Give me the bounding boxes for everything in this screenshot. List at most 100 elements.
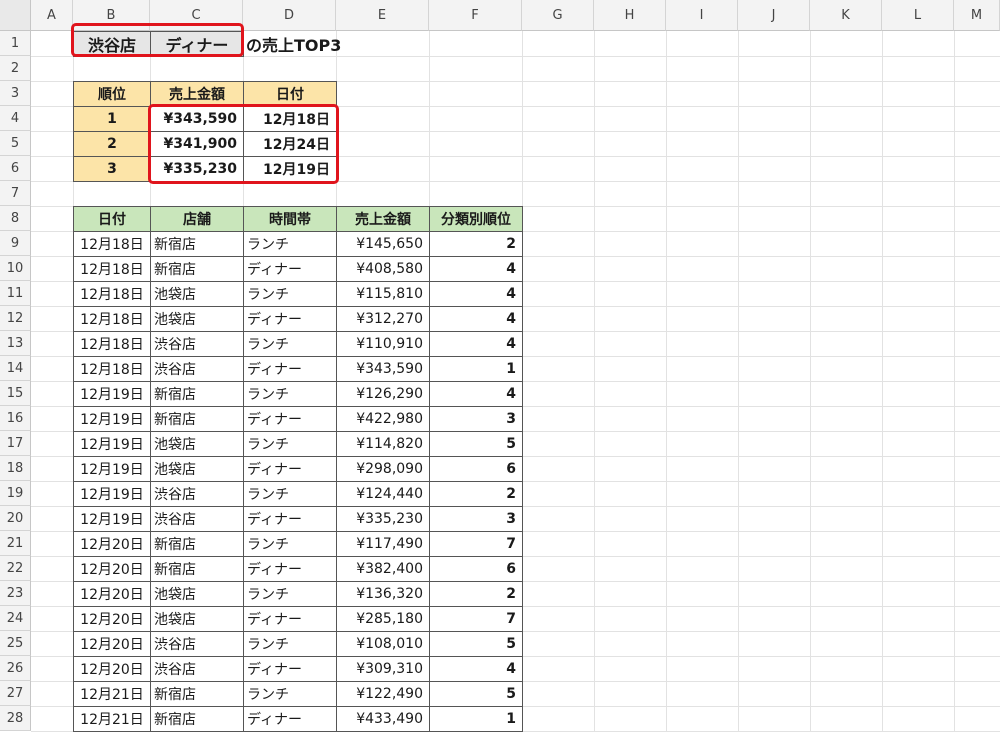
sales-store-cell[interactable]: 新宿店	[150, 381, 244, 407]
sales-store-cell[interactable]: 池袋店	[150, 431, 244, 457]
row-header-14[interactable]: 14	[0, 356, 31, 381]
sales-rank-cell[interactable]: 4	[429, 281, 523, 307]
column-header-G[interactable]: G	[522, 0, 594, 31]
sales-date-cell[interactable]: 12月18日	[73, 356, 151, 382]
sales-store-cell[interactable]: 渋谷店	[150, 356, 244, 382]
sales-header-0[interactable]: 日付	[73, 206, 151, 232]
sales-rank-cell[interactable]: 5	[429, 631, 523, 657]
row-header-13[interactable]: 13	[0, 331, 31, 356]
sales-rank-cell[interactable]: 5	[429, 431, 523, 457]
sales-timeslot-cell[interactable]: ランチ	[243, 331, 337, 357]
sales-timeslot-cell[interactable]: ディナー	[243, 256, 337, 282]
top3-amount-cell[interactable]: ¥341,900	[150, 131, 244, 157]
row-header-9[interactable]: 9	[0, 231, 31, 256]
select-all-corner[interactable]	[0, 0, 31, 31]
sales-store-cell[interactable]: 渋谷店	[150, 331, 244, 357]
sales-date-cell[interactable]: 12月18日	[73, 231, 151, 257]
column-header-M[interactable]: M	[954, 0, 1000, 31]
sales-store-cell[interactable]: 渋谷店	[150, 631, 244, 657]
sales-date-cell[interactable]: 12月20日	[73, 581, 151, 607]
sales-date-cell[interactable]: 12月19日	[73, 431, 151, 457]
sales-timeslot-cell[interactable]: ランチ	[243, 431, 337, 457]
row-header-15[interactable]: 15	[0, 381, 31, 406]
sales-timeslot-cell[interactable]: ディナー	[243, 706, 337, 732]
sales-amount-cell[interactable]: ¥126,290	[336, 381, 430, 407]
top3-rank-cell[interactable]: 1	[73, 106, 151, 132]
sales-amount-cell[interactable]: ¥145,650	[336, 231, 430, 257]
column-header-A[interactable]: A	[31, 0, 73, 31]
column-header-H[interactable]: H	[594, 0, 666, 31]
sales-store-cell[interactable]: 池袋店	[150, 456, 244, 482]
row-header-25[interactable]: 25	[0, 631, 31, 656]
column-header-L[interactable]: L	[882, 0, 954, 31]
column-header-J[interactable]: J	[738, 0, 810, 31]
sales-rank-cell[interactable]: 7	[429, 606, 523, 632]
sales-date-cell[interactable]: 12月18日	[73, 331, 151, 357]
sales-store-cell[interactable]: 渋谷店	[150, 506, 244, 532]
sales-amount-cell[interactable]: ¥312,270	[336, 306, 430, 332]
row-header-19[interactable]: 19	[0, 481, 31, 506]
sales-rank-cell[interactable]: 3	[429, 506, 523, 532]
sales-date-cell[interactable]: 12月19日	[73, 506, 151, 532]
column-header-I[interactable]: I	[666, 0, 738, 31]
sales-amount-cell[interactable]: ¥422,980	[336, 406, 430, 432]
criteria-store-cell[interactable]: 渋谷店	[73, 31, 151, 57]
sales-rank-cell[interactable]: 6	[429, 456, 523, 482]
column-header-C[interactable]: C	[150, 0, 243, 31]
sales-timeslot-cell[interactable]: ランチ	[243, 681, 337, 707]
sales-header-3[interactable]: 売上金額	[336, 206, 430, 232]
sales-date-cell[interactable]: 12月20日	[73, 656, 151, 682]
sales-store-cell[interactable]: 新宿店	[150, 556, 244, 582]
row-header-28[interactable]: 28	[0, 706, 31, 731]
sales-timeslot-cell[interactable]: ディナー	[243, 606, 337, 632]
row-header-27[interactable]: 27	[0, 681, 31, 706]
row-header-1[interactable]: 1	[0, 31, 31, 56]
row-header-11[interactable]: 11	[0, 281, 31, 306]
top3-header-0[interactable]: 順位	[73, 81, 151, 107]
sales-timeslot-cell[interactable]: ディナー	[243, 406, 337, 432]
sales-amount-cell[interactable]: ¥122,490	[336, 681, 430, 707]
top3-rank-cell[interactable]: 2	[73, 131, 151, 157]
sales-timeslot-cell[interactable]: ランチ	[243, 531, 337, 557]
column-header-B[interactable]: B	[73, 0, 150, 31]
sales-date-cell[interactable]: 12月20日	[73, 531, 151, 557]
row-header-22[interactable]: 22	[0, 556, 31, 581]
sales-amount-cell[interactable]: ¥117,490	[336, 531, 430, 557]
row-header-5[interactable]: 5	[0, 131, 31, 156]
sales-store-cell[interactable]: 新宿店	[150, 706, 244, 732]
sales-timeslot-cell[interactable]: ランチ	[243, 581, 337, 607]
column-header-F[interactable]: F	[429, 0, 522, 31]
row-header-12[interactable]: 12	[0, 306, 31, 331]
sales-timeslot-cell[interactable]: ランチ	[243, 631, 337, 657]
sales-date-cell[interactable]: 12月18日	[73, 306, 151, 332]
sales-rank-cell[interactable]: 4	[429, 656, 523, 682]
sales-rank-cell[interactable]: 4	[429, 381, 523, 407]
sales-timeslot-cell[interactable]: ランチ	[243, 231, 337, 257]
sales-amount-cell[interactable]: ¥335,230	[336, 506, 430, 532]
sales-amount-cell[interactable]: ¥136,320	[336, 581, 430, 607]
sales-rank-cell[interactable]: 4	[429, 256, 523, 282]
sales-store-cell[interactable]: 渋谷店	[150, 481, 244, 507]
top3-date-cell[interactable]: 12月24日	[243, 131, 337, 157]
row-header-18[interactable]: 18	[0, 456, 31, 481]
sales-amount-cell[interactable]: ¥285,180	[336, 606, 430, 632]
sales-amount-cell[interactable]: ¥298,090	[336, 456, 430, 482]
row-header-3[interactable]: 3	[0, 81, 31, 106]
column-header-E[interactable]: E	[336, 0, 429, 31]
sales-timeslot-cell[interactable]: ディナー	[243, 456, 337, 482]
sales-store-cell[interactable]: 池袋店	[150, 281, 244, 307]
sales-timeslot-cell[interactable]: ディナー	[243, 506, 337, 532]
row-header-23[interactable]: 23	[0, 581, 31, 606]
criteria-timeslot-cell[interactable]: ディナー	[150, 31, 244, 57]
row-header-2[interactable]: 2	[0, 56, 31, 81]
sales-store-cell[interactable]: 池袋店	[150, 306, 244, 332]
sales-timeslot-cell[interactable]: ランチ	[243, 381, 337, 407]
sales-date-cell[interactable]: 12月20日	[73, 606, 151, 632]
sales-date-cell[interactable]: 12月20日	[73, 631, 151, 657]
row-header-10[interactable]: 10	[0, 256, 31, 281]
sales-store-cell[interactable]: 新宿店	[150, 231, 244, 257]
sales-amount-cell[interactable]: ¥124,440	[336, 481, 430, 507]
sales-rank-cell[interactable]: 4	[429, 306, 523, 332]
row-header-17[interactable]: 17	[0, 431, 31, 456]
column-header-D[interactable]: D	[243, 0, 336, 31]
